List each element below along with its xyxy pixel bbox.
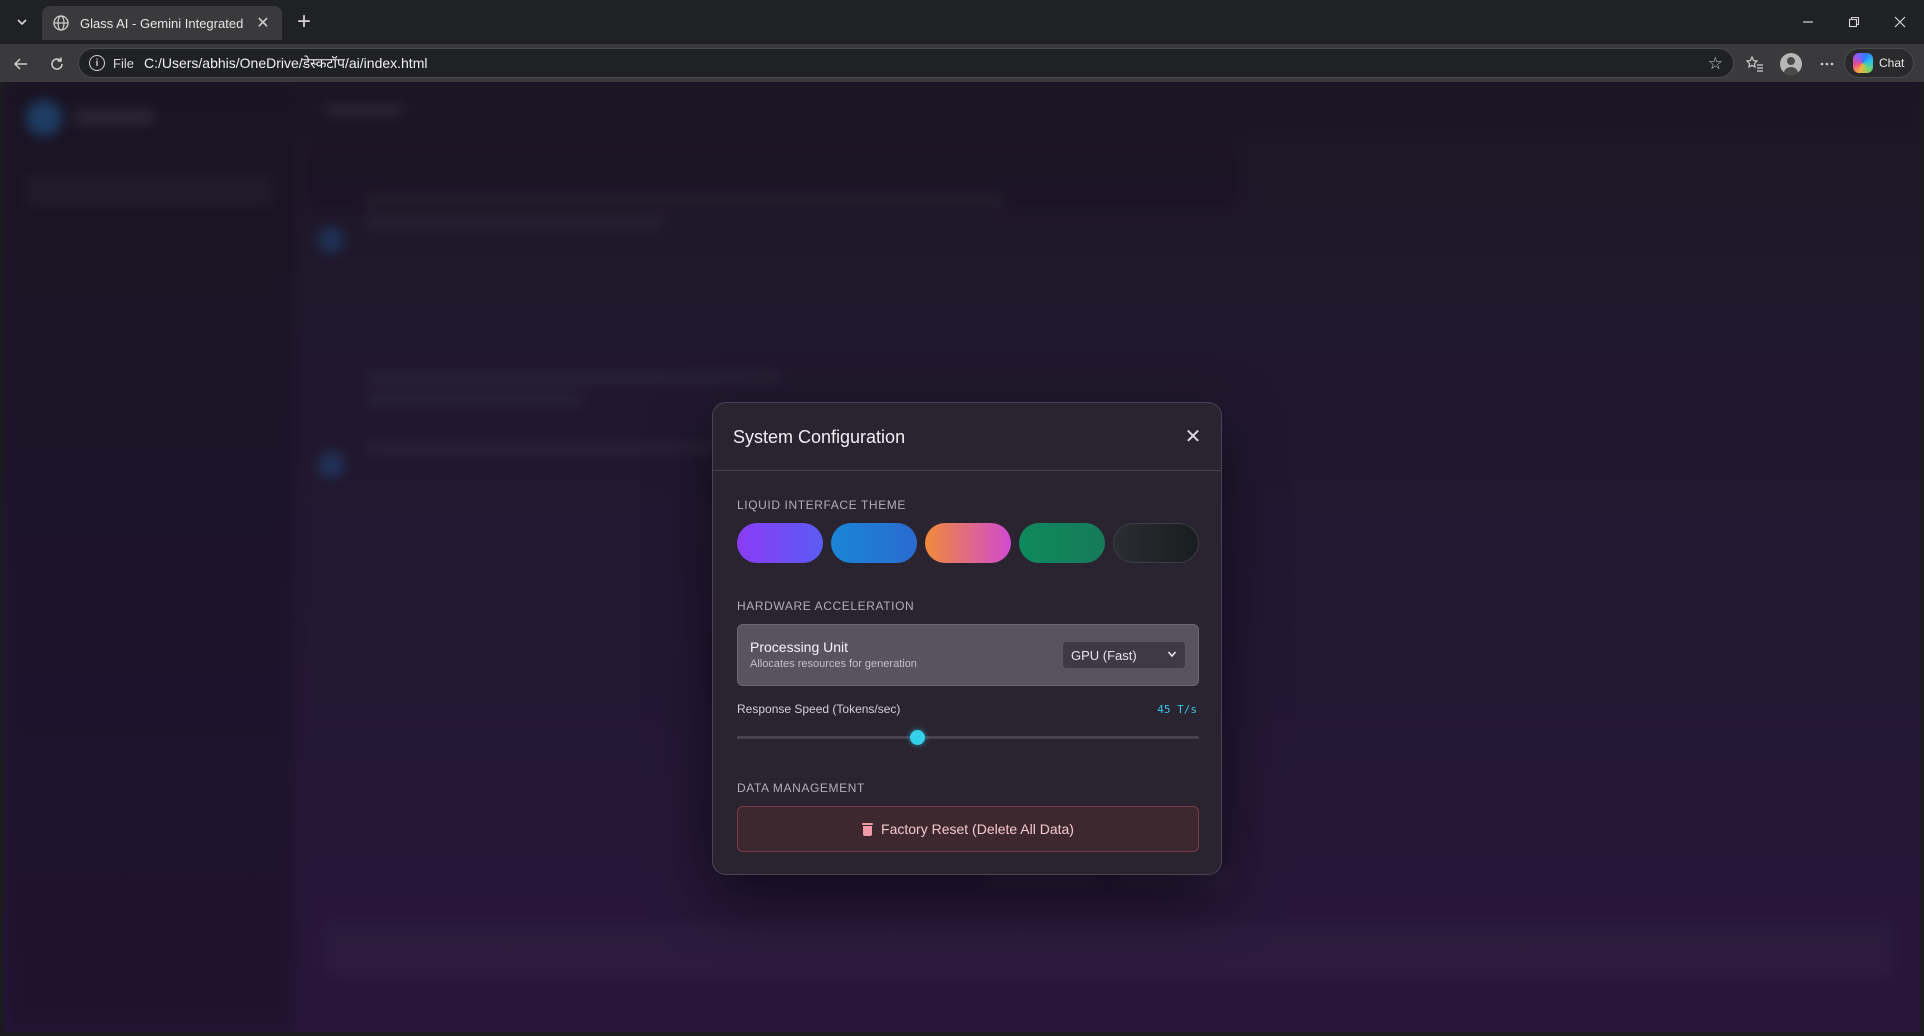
tab-close-icon[interactable]: ✕ (254, 14, 272, 32)
processing-unit-select[interactable]: GPU (Fast) (1062, 641, 1186, 669)
restore-icon[interactable] (1834, 8, 1874, 36)
url-scheme: File (113, 55, 134, 71)
speed-value: 45 T/s (1157, 703, 1197, 716)
processing-unit-row: Processing Unit Allocates resources for … (737, 624, 1199, 686)
minimize-icon[interactable] (1788, 8, 1828, 36)
new-tab-plus-icon[interactable]: + (292, 8, 316, 35)
modal-title: System Configuration (733, 427, 906, 447)
processing-unit-subtitle: Allocates resources for generation (750, 658, 917, 670)
theme-swatch-blue[interactable] (831, 523, 917, 563)
browser-tab-bar: Glass AI - Gemini Integrated ✕ + (0, 0, 1924, 44)
copilot-chat-button[interactable]: Chat (1844, 48, 1914, 78)
favorite-star-icon[interactable]: ☆ (1708, 54, 1723, 74)
speed-label: Response Speed (Tokens/sec) (737, 702, 901, 716)
processing-unit-value: GPU (Fast) (1071, 647, 1137, 663)
theme-swatch-sunset[interactable] (925, 523, 1011, 563)
profile-avatar[interactable] (1778, 51, 1804, 77)
avatar-icon (1780, 53, 1802, 75)
speed-slider-thumb[interactable] (910, 730, 926, 745)
browser-tab[interactable]: Glass AI - Gemini Integrated ✕ (42, 6, 282, 40)
url-text[interactable]: C:/Users/abhis/OneDrive/डेस्कटॉप/ai/inde… (144, 54, 428, 73)
factory-reset-button[interactable]: Factory Reset (Delete All Data) (737, 806, 1199, 852)
processing-unit-title: Processing Unit (750, 639, 849, 655)
theme-swatch-violet[interactable] (737, 523, 823, 563)
theme-swatch-emerald[interactable] (1019, 523, 1105, 563)
close-icon[interactable]: ✕ (1183, 427, 1203, 447)
chat-label: Chat (1879, 56, 1905, 70)
reload-icon[interactable] (44, 51, 70, 77)
page-viewport: System Configuration ✕ LIQUID INTERFACE … (4, 82, 1920, 1032)
tab-title: Glass AI - Gemini Integrated (80, 15, 244, 31)
settings-modal: System Configuration ✕ LIQUID INTERFACE … (712, 402, 1222, 875)
url-bar[interactable]: i File C:/Users/abhis/OneDrive/डेस्कटॉप/… (78, 48, 1734, 78)
hardware-section-label: HARDWARE ACCELERATION (737, 599, 915, 613)
theme-swatch-list (737, 523, 1199, 563)
copilot-icon (1853, 53, 1873, 73)
back-arrow-icon[interactable] (8, 51, 34, 77)
speed-slider-fill (737, 736, 918, 739)
chevron-down-icon (1167, 649, 1177, 662)
theme-swatch-dark[interactable] (1113, 523, 1199, 563)
factory-reset-label: Factory Reset (Delete All Data) (881, 821, 1074, 837)
window-close-icon[interactable] (1880, 8, 1920, 36)
address-toolbar: i File C:/Users/abhis/OneDrive/डेस्कटॉप/… (0, 44, 1924, 82)
theme-section-label: LIQUID INTERFACE THEME (737, 498, 907, 512)
site-info-icon[interactable]: i (89, 55, 105, 71)
tab-list-chevron-icon[interactable] (10, 10, 34, 34)
trash-icon (862, 822, 874, 836)
more-options-icon[interactable] (1814, 51, 1840, 77)
favorites-list-icon[interactable] (1742, 51, 1768, 77)
globe-icon (52, 14, 70, 32)
data-section-label: DATA MANAGEMENT (737, 781, 865, 795)
speed-slider[interactable] (737, 730, 1199, 745)
modal-header: System Configuration ✕ (713, 403, 1221, 471)
